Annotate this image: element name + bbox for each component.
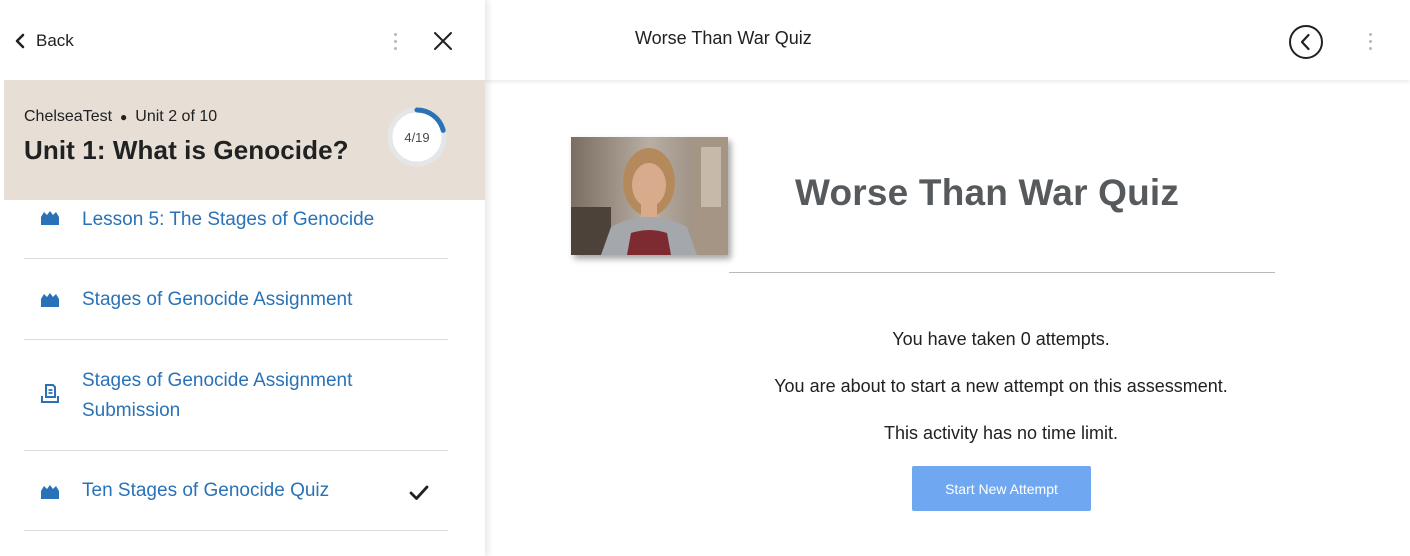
unit-title: Unit 1: What is Genocide?	[24, 135, 349, 165]
list-item-assignment-submission[interactable]: Stages of Genocide Assignment Submission	[24, 340, 448, 451]
lesson-blocks-icon	[41, 293, 59, 307]
unit-breadcrumb: ChelseaTest ● Unit 2 of 10	[24, 108, 217, 126]
time-limit-text: This activity has no time limit.	[883, 423, 1119, 443]
lesson-label: Stages of Genocide Assignment Submission	[82, 370, 353, 421]
close-icon[interactable]	[428, 26, 458, 56]
lesson-label: Stages of Genocide Assignment	[82, 289, 353, 310]
assignment-submission-icon	[41, 384, 59, 403]
unit-position: Unit 2 of 10	[135, 108, 218, 125]
lesson-list: Lesson 5: The Stages of Genocide Stages …	[24, 200, 448, 531]
sidebar-more-options-icon[interactable]	[383, 24, 407, 58]
list-item-lesson-5[interactable]: Lesson 5: The Stages of Genocide	[24, 200, 448, 259]
new-attempt-text: You are about to start a new attempt on …	[774, 376, 1228, 396]
lesson-label: Ten Stages of Genocide Quiz	[82, 480, 330, 501]
lesson-blocks-icon	[41, 485, 59, 499]
list-item-ten-stages-quiz[interactable]: Ten Stages of Genocide Quiz	[24, 451, 448, 531]
unit-progress-ring: 4/19	[386, 106, 448, 168]
attempts-text: You have taken 0 attempts.	[892, 329, 1110, 349]
page-title: Worse Than War Quiz	[635, 28, 812, 48]
divider	[729, 272, 1275, 273]
course-name[interactable]: ChelseaTest	[24, 108, 112, 126]
content-topbar: Worse Than War Quiz	[485, 0, 1410, 80]
list-item-stages-assignment[interactable]: Stages of Genocide Assignment	[24, 259, 448, 340]
back-label: Back	[36, 31, 74, 50]
chevron-left-icon	[15, 33, 25, 49]
progress-label: 4/19	[404, 129, 430, 145]
back-button[interactable]: Back	[14, 26, 74, 56]
separator-dot: ●	[120, 110, 128, 124]
quiz-thumbnail-image	[571, 137, 728, 255]
start-new-attempt-button[interactable]: Start New Attempt	[912, 466, 1091, 511]
checkmark-icon	[409, 485, 429, 500]
unit-header: ChelseaTest ● Unit 2 of 10 Unit 1: What …	[4, 80, 485, 200]
lesson-label: Lesson 5: The Stages of Genocide	[82, 209, 375, 230]
quiz-content: Worse Than War Quiz You have taken 0 att…	[485, 80, 1410, 556]
sidebar-toolbar: Back	[0, 0, 485, 80]
course-sidebar: Back ChelseaTest ● Unit 2 of 10 Unit 1: …	[0, 0, 485, 556]
lesson-blocks-icon	[41, 211, 59, 225]
more-options-icon[interactable]	[1358, 24, 1382, 58]
quiz-title: Worse Than War Quiz	[795, 172, 1180, 213]
collapse-sidebar-icon[interactable]	[1288, 24, 1324, 60]
